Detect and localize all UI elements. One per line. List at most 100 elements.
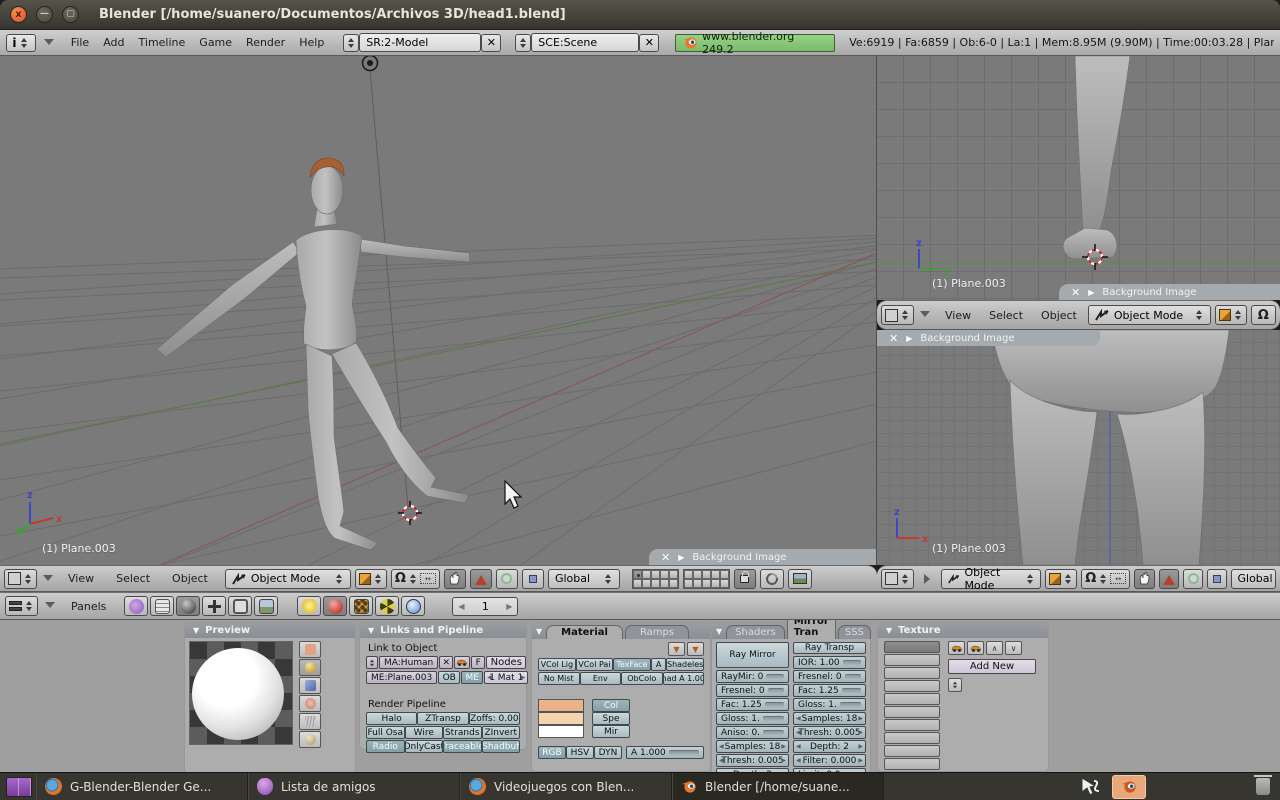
collapse-menu-icon[interactable] (44, 39, 54, 50)
maximize-window-icon[interactable]: ▢ (62, 6, 79, 23)
screen-browse-button[interactable] (343, 34, 359, 52)
material-toggle-button[interactable]: had A 1.00 (663, 672, 705, 685)
pipeline-toggle-button[interactable]: ZInvert (482, 726, 521, 739)
shader-field[interactable]: Fac: 1.25 (716, 698, 789, 711)
menu-item[interactable]: View (938, 309, 978, 322)
menu-item[interactable]: Select (982, 309, 1030, 322)
pipeline-toggle-button[interactable]: ZTransp (417, 712, 468, 725)
preview-cube-button[interactable] (299, 677, 321, 694)
pipeline-toggle-button[interactable]: Strands (443, 726, 482, 739)
world-buttons-button[interactable] (401, 596, 425, 616)
rotate-manipulator-button[interactable] (1183, 569, 1203, 589)
layers-group-1[interactable] (632, 569, 679, 589)
object-context-button[interactable] (202, 596, 226, 616)
layers-group-2[interactable] (683, 569, 730, 589)
viewport-type-button[interactable] (4, 569, 37, 589)
screen-delete-button[interactable]: ✕ (481, 34, 501, 52)
preview-monkey-button[interactable] (299, 695, 321, 712)
texture-buttons-button[interactable] (349, 596, 373, 616)
fake-user-button[interactable]: F (471, 656, 485, 669)
scene-context-button[interactable] (254, 596, 278, 616)
window-type-button[interactable] (5, 596, 38, 616)
shader-field[interactable]: RayMir: 0 (716, 670, 789, 683)
translate-manipulator-button[interactable] (1159, 569, 1179, 589)
manipulator-toggle-button[interactable] (1134, 569, 1155, 589)
menu-item[interactable]: File (64, 36, 96, 49)
viewport-main[interactable]: z x (1) Plane.003 ✕ ▶ Background Image (0, 56, 877, 565)
viewport-side[interactable]: z y (1) Plane.003 ✕ ▶ Background Image (877, 56, 1280, 300)
material-index-field[interactable]: 1 Mat 1 (484, 671, 528, 684)
collapse-menu-icon[interactable] (45, 602, 55, 613)
menu-item[interactable]: Select (109, 572, 157, 585)
scene-delete-button[interactable]: ✕ (639, 34, 659, 52)
draw-type-button[interactable] (1215, 305, 1247, 325)
task-firefox-gblender[interactable]: G-Blender-Blender Ge... (36, 773, 248, 800)
mode-dropdown[interactable]: Object Mode (941, 569, 1041, 589)
editing-context-button[interactable] (228, 596, 252, 616)
tab-mirror-transp[interactable]: Mirror Tran (787, 620, 836, 639)
expand-menu-icon[interactable] (924, 574, 935, 584)
draw-type-button[interactable] (1045, 569, 1077, 589)
ray-mirror-toggle[interactable]: Ray Mirror (716, 642, 789, 668)
channel-button[interactable]: Col (592, 699, 630, 712)
material-toggle-button[interactable]: A (651, 658, 667, 671)
tab-shaders[interactable]: Shaders (726, 625, 785, 639)
material-toggle-button[interactable]: No Mist (538, 672, 580, 685)
shader-field[interactable]: Gloss: 1. (716, 712, 789, 725)
menu-item[interactable]: View (61, 572, 101, 585)
background-image-panel[interactable]: ✕ ▶ Background Image (1059, 284, 1280, 300)
shader-field[interactable]: Depth: 2 (793, 740, 866, 753)
minimize-window-icon[interactable]: — (36, 6, 53, 23)
window-type-button[interactable]: i (6, 34, 36, 52)
scale-manipulator-button[interactable] (522, 569, 544, 589)
material-browse-button[interactable] (366, 656, 378, 669)
background-image-panel[interactable]: ✕ ▶ Background Image (649, 549, 876, 565)
scene-name-field[interactable]: SCE:Scene (531, 33, 639, 52)
color-mode-button[interactable]: DYN (594, 746, 622, 759)
menu-item[interactable]: Game (192, 36, 239, 49)
add-new-texture-button[interactable]: Add New (948, 659, 1036, 674)
nodes-button[interactable]: Nodes (486, 656, 526, 669)
translate-manipulator-button[interactable] (470, 569, 492, 589)
mode-dropdown[interactable]: Object Mode (1088, 305, 1211, 325)
collapse-menu-icon[interactable] (920, 311, 930, 322)
color-mode-button[interactable]: HSV (566, 746, 594, 759)
diffuse-color-swatch[interactable] (538, 699, 584, 712)
radiosity-buttons-button[interactable] (375, 596, 399, 616)
copy-material-button[interactable]: ▼ (668, 642, 685, 656)
texture-browse-button[interactable] (948, 678, 962, 692)
material-toggle-button[interactable]: Shadeles (666, 658, 704, 671)
logic-context-button[interactable] (124, 596, 148, 616)
frame-number-field[interactable]: ◀ 1 ▶ (452, 597, 518, 616)
shader-field[interactable]: Thresh: 0.005 (716, 754, 789, 767)
menu-item[interactable]: Add (96, 36, 131, 49)
expand-icon[interactable]: ▶ (906, 334, 912, 343)
material-delete-button[interactable]: ✕ (439, 656, 453, 669)
orientation-dropdown[interactable]: Global (548, 569, 620, 589)
shader-field[interactable]: Fresnel: 0 (716, 684, 789, 697)
me-button[interactable]: ME (461, 671, 483, 684)
pipeline-toggle-button[interactable]: Shadbuf (482, 740, 521, 753)
ray-transp-toggle[interactable]: Ray Transp (793, 642, 866, 654)
collapse-icon[interactable]: ▼ (536, 627, 542, 636)
mode-dropdown[interactable]: Object Mode (225, 569, 351, 589)
script-context-button[interactable] (150, 596, 174, 616)
menu-item[interactable]: Help (292, 36, 331, 49)
blender-tray-launcher[interactable] (1112, 775, 1146, 799)
links-panel-header[interactable]: ▼ Links and Pipeline (360, 623, 526, 638)
window-titlebar[interactable]: x — ▢ Blender [/home/suanero/Documentos/… (0, 0, 1280, 30)
close-icon[interactable]: ✕ (1071, 286, 1080, 299)
next-frame-icon[interactable]: ▶ (506, 602, 512, 611)
ob-button[interactable]: OB (438, 671, 460, 684)
move-channel-down-button[interactable]: ∨ (1005, 641, 1022, 655)
pipeline-toggle-button[interactable]: Traceable (443, 740, 482, 753)
menu-item[interactable]: Object (165, 572, 215, 585)
menu-item[interactable]: Object (1034, 309, 1084, 322)
task-firefox-videojuegos[interactable]: Videojuegos con Blen... (460, 773, 672, 800)
collapse-menu-icon[interactable] (43, 575, 53, 586)
shader-field[interactable]: Fac: 1.25 (793, 684, 866, 697)
pipeline-toggle-button[interactable]: Halo (366, 712, 417, 725)
material-toggle-button[interactable]: Env (580, 672, 622, 685)
workspace-switcher[interactable] (6, 777, 32, 797)
shader-field[interactable]: Samples: 18 (793, 712, 866, 725)
